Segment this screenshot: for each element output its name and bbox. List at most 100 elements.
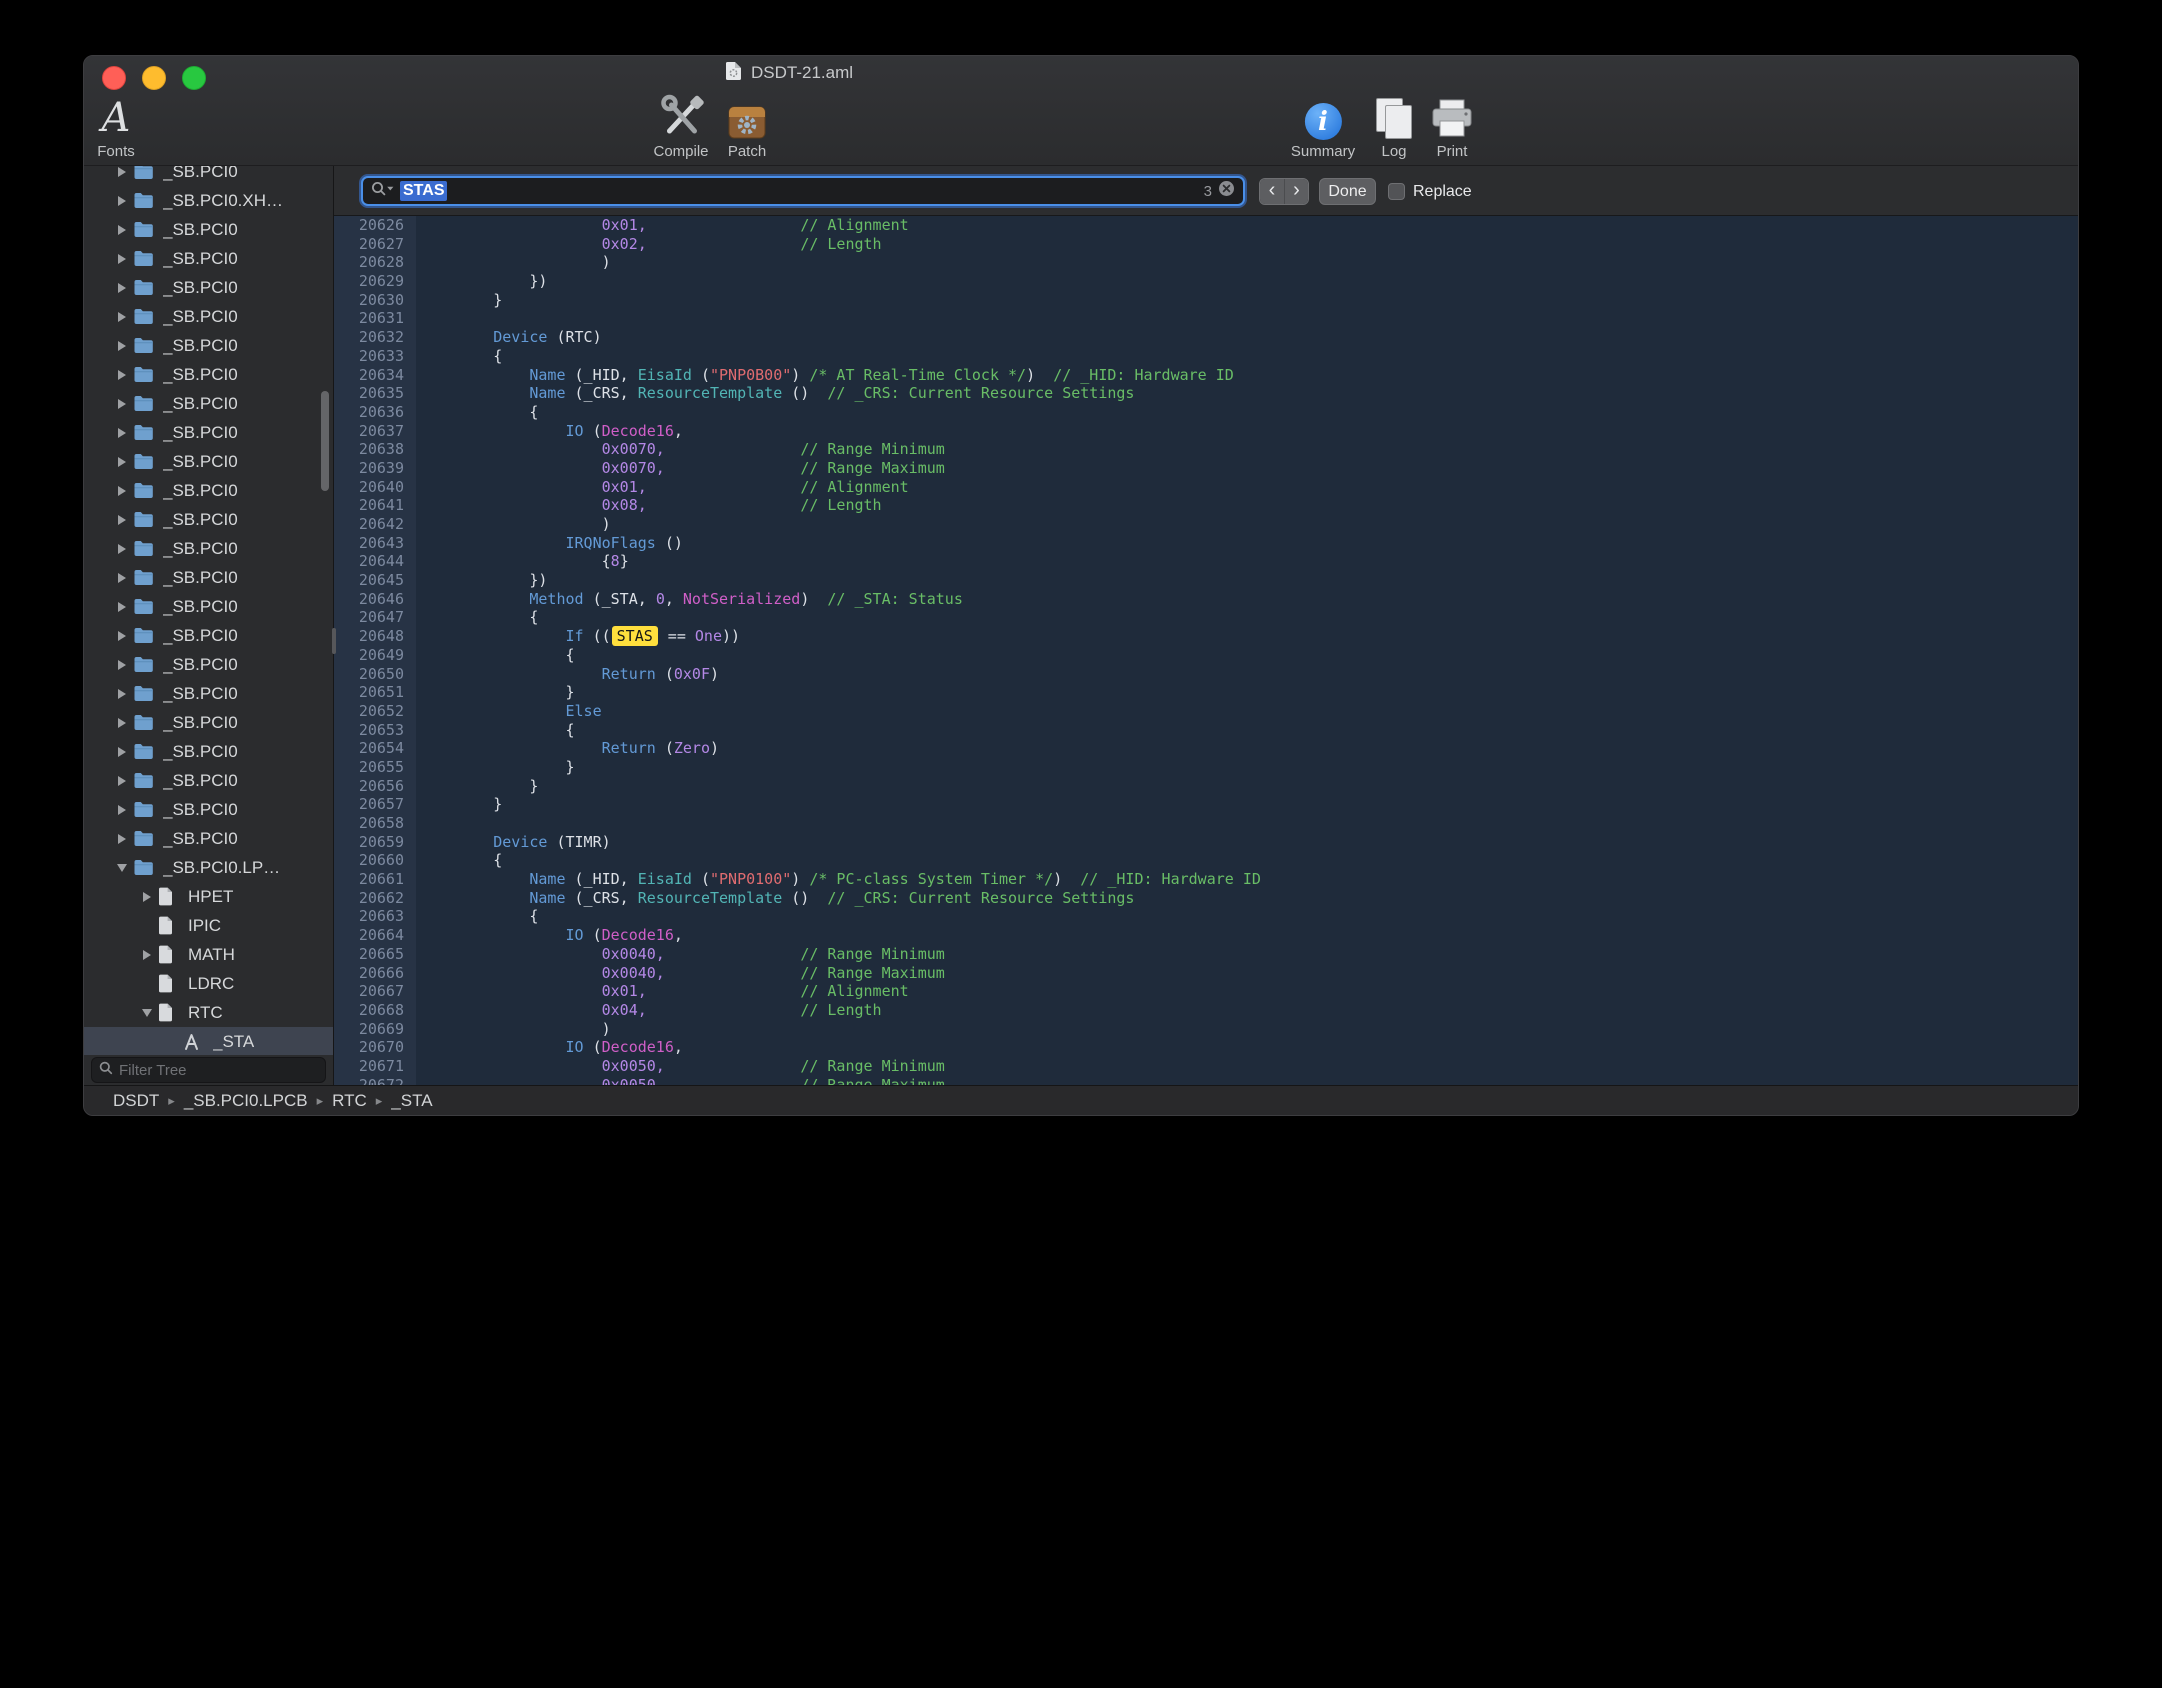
disclosure-collapsed-icon[interactable]	[111, 457, 133, 467]
code-line[interactable]: 20670 IO (Decode16,	[334, 1038, 2078, 1057]
zoom-window-button[interactable]	[182, 66, 206, 90]
breadcrumb-item[interactable]: RTC	[332, 1091, 367, 1111]
code-line[interactable]: 20631	[334, 309, 2078, 328]
sidebar-item-sb-pci0[interactable]: _SB.PCI0	[84, 650, 333, 679]
code-line[interactable]: 20629 })	[334, 272, 2078, 291]
disclosure-collapsed-icon[interactable]	[111, 689, 133, 699]
sidebar-item-ipic[interactable]: IPIC	[84, 911, 333, 940]
disclosure-collapsed-icon[interactable]	[136, 892, 158, 902]
code-line[interactable]: 20668 0x04, // Length	[334, 1001, 2078, 1020]
disclosure-collapsed-icon[interactable]	[111, 196, 133, 206]
search-field[interactable]: STAS 3	[361, 176, 1245, 206]
disclosure-collapsed-icon[interactable]	[111, 486, 133, 496]
code-line[interactable]: 20639 0x0070, // Range Maximum	[334, 459, 2078, 478]
code-line[interactable]: 20659 Device (TIMR)	[334, 833, 2078, 852]
sidebar-item-sb-pci0[interactable]: _SB.PCI0	[84, 360, 333, 389]
sidebar-item-sb-pci0[interactable]: _SB.PCI0	[84, 273, 333, 302]
breadcrumb-item[interactable]: DSDT	[113, 1091, 159, 1111]
disclosure-collapsed-icon[interactable]	[111, 167, 133, 177]
sidebar-item-sb-pci0[interactable]: _SB.PCI0	[84, 331, 333, 360]
sidebar-item-sb-pci0[interactable]: _SB.PCI0	[84, 621, 333, 650]
sidebar-item-sb-pci0[interactable]: _SB.PCI0	[84, 476, 333, 505]
disclosure-collapsed-icon[interactable]	[111, 225, 133, 235]
disclosure-collapsed-icon[interactable]	[111, 515, 133, 525]
code-line[interactable]: 20626 0x01, // Alignment	[334, 216, 2078, 235]
breadcrumb-item[interactable]: _SB.PCI0.LPCB	[184, 1091, 308, 1111]
sidebar-item-sb-pci0[interactable]: _SB.PCI0	[84, 215, 333, 244]
code-line[interactable]: 20644 {8}	[334, 552, 2078, 571]
sidebar-scrollbar[interactable]	[321, 391, 329, 491]
code-line[interactable]: 20663 {	[334, 907, 2078, 926]
search-query-text[interactable]: STAS	[400, 181, 447, 201]
disclosure-collapsed-icon[interactable]	[111, 312, 133, 322]
code-line[interactable]: 20633 {	[334, 347, 2078, 366]
breadcrumb-item[interactable]: _STA	[391, 1091, 432, 1111]
code-line[interactable]: 20661 Name (_HID, EisaId ("PNP0100") /* …	[334, 870, 2078, 889]
sidebar-item-sb-pci0[interactable]: _SB.PCI0	[84, 447, 333, 476]
code-line[interactable]: 20641 0x08, // Length	[334, 496, 2078, 515]
code-line[interactable]: 20657 }	[334, 795, 2078, 814]
code-line[interactable]: 20651 }	[334, 683, 2078, 702]
code-line[interactable]: 20645 })	[334, 571, 2078, 590]
disclosure-collapsed-icon[interactable]	[111, 544, 133, 554]
code-line[interactable]: 20665 0x0040, // Range Minimum	[334, 945, 2078, 964]
summary-button[interactable]: i Summary	[1291, 92, 1355, 160]
code-line[interactable]: 20635 Name (_CRS, ResourceTemplate () //…	[334, 384, 2078, 403]
sidebar-item-sb-pci0[interactable]: _SB.PCI0	[84, 244, 333, 273]
code-editor[interactable]: 20626 0x01, // Alignment20627 0x02, // L…	[334, 216, 2078, 1085]
patch-button[interactable]: Patch	[727, 92, 767, 160]
sidebar-item-sb-pci0[interactable]: _SB.PCI0	[84, 418, 333, 447]
sidebar-item-sb-pci0[interactable]: _SB.PCI0	[84, 592, 333, 621]
disclosure-collapsed-icon[interactable]	[111, 341, 133, 351]
code-line[interactable]: 20643 IRQNoFlags ()	[334, 534, 2078, 553]
sidebar-item-math[interactable]: MATH	[84, 940, 333, 969]
code-line[interactable]: 20638 0x0070, // Range Minimum	[334, 440, 2078, 459]
replace-checkbox[interactable]	[1388, 183, 1405, 200]
compile-button[interactable]: Compile	[653, 92, 708, 160]
disclosure-collapsed-icon[interactable]	[111, 718, 133, 728]
code-line[interactable]: 20669 )	[334, 1020, 2078, 1039]
disclosure-collapsed-icon[interactable]	[111, 283, 133, 293]
code-line[interactable]: 20628 )	[334, 253, 2078, 272]
print-button[interactable]: Print	[1430, 92, 1474, 160]
disclosure-collapsed-icon[interactable]	[136, 950, 158, 960]
disclosure-collapsed-icon[interactable]	[111, 370, 133, 380]
sidebar-item-rtc[interactable]: RTC	[84, 998, 333, 1027]
disclosure-collapsed-icon[interactable]	[111, 834, 133, 844]
code-line[interactable]: 20632 Device (RTC)	[334, 328, 2078, 347]
next-match-button[interactable]: ›	[1284, 179, 1308, 204]
close-window-button[interactable]	[102, 66, 126, 90]
disclosure-collapsed-icon[interactable]	[111, 776, 133, 786]
code-line[interactable]: 20652 Else	[334, 702, 2078, 721]
disclosure-expanded-icon[interactable]	[136, 1009, 158, 1017]
code-line[interactable]: 20640 0x01, // Alignment	[334, 478, 2078, 497]
disclosure-collapsed-icon[interactable]	[111, 399, 133, 409]
code-line[interactable]: 20650 Return (0x0F)	[334, 665, 2078, 684]
clear-search-icon[interactable]	[1218, 180, 1235, 202]
sidebar-item-sb-pci0[interactable]: _SB.PCI0	[84, 795, 333, 824]
code-line[interactable]: 20636 {	[334, 403, 2078, 422]
sidebar-item-sb-pci0[interactable]: _SB.PCI0	[84, 824, 333, 853]
code-line[interactable]: 20660 {	[334, 851, 2078, 870]
done-button[interactable]: Done	[1319, 178, 1376, 205]
disclosure-collapsed-icon[interactable]	[111, 631, 133, 641]
code-line[interactable]: 20662 Name (_CRS, ResourceTemplate () //…	[334, 889, 2078, 908]
sidebar-item-sb-pci0[interactable]: _SB.PCI0	[84, 737, 333, 766]
sidebar-item-sb-pci0[interactable]: _SB.PCI0	[84, 534, 333, 563]
code-line[interactable]: 20634 Name (_HID, EisaId ("PNP0B00") /* …	[334, 366, 2078, 385]
fonts-button[interactable]: A Fonts	[97, 92, 135, 160]
code-line[interactable]: 20648 If ((STAS == One))	[334, 627, 2078, 646]
sidebar-item-sb-pci0[interactable]: _SB.PCI0	[84, 389, 333, 418]
disclosure-collapsed-icon[interactable]	[111, 747, 133, 757]
minimize-window-button[interactable]	[142, 66, 166, 90]
disclosure-collapsed-icon[interactable]	[111, 602, 133, 612]
sidebar-item-sb-pci0-lp[interactable]: _SB.PCI0.LP…	[84, 853, 333, 882]
pane-splitter-handle[interactable]	[332, 628, 336, 654]
sidebar-item-sb-pci0[interactable]: _SB.PCI0	[84, 563, 333, 592]
sidebar-item-sb-pci0[interactable]: _SB.PCI0	[84, 302, 333, 331]
code-line[interactable]: 20672 0x0050, // Range Maximum	[334, 1076, 2078, 1085]
code-line[interactable]: 20647 {	[334, 608, 2078, 627]
code-line[interactable]: 20666 0x0040, // Range Maximum	[334, 964, 2078, 983]
sidebar-item-sb-pci0-xh[interactable]: _SB.PCI0.XH…	[84, 186, 333, 215]
log-button[interactable]: Log	[1375, 92, 1413, 160]
